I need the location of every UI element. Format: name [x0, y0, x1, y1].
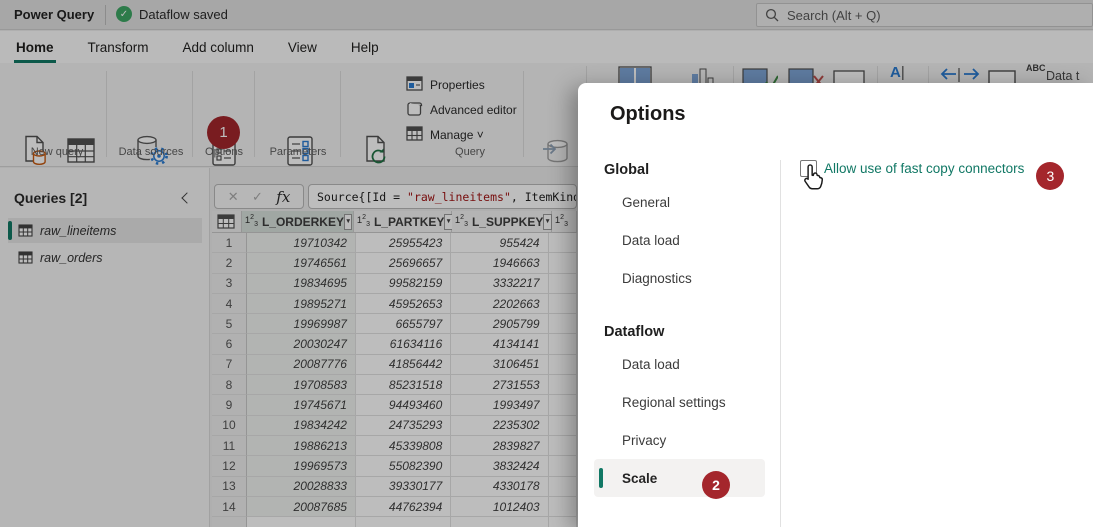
nav-item-data-load[interactable]: Data load — [594, 345, 765, 383]
nav-item-diagnostics[interactable]: Diagnostics — [594, 259, 765, 297]
nav-item-scale[interactable]: Scale 2 — [594, 459, 765, 499]
nav-item-label: Regional settings — [622, 394, 726, 410]
nav-item-regional-settings[interactable]: Regional settings — [594, 383, 765, 421]
nav-item-label: Scale — [622, 470, 658, 486]
nav-item-label: Diagnostics — [622, 270, 692, 286]
dialog-content: Allow use of fast copy connectors 3 — [800, 159, 1065, 190]
dialog-nav-divider — [780, 160, 781, 527]
nav-item-data-load[interactable]: Data load — [594, 221, 765, 259]
fast-copy-checkbox-label[interactable]: Allow use of fast copy connectors — [824, 159, 1024, 178]
nav-item-general[interactable]: General — [594, 183, 765, 221]
options-dialog: Options Global General Data load Diagnostic… — [578, 83, 1093, 527]
annotation-badge-2: 2 — [702, 471, 730, 499]
annotation-badge-3: 3 — [1036, 162, 1065, 190]
dialog-nav: Global General Data load Diagnostics Dataflo… — [594, 145, 765, 499]
nav-item-label: Data load — [622, 356, 680, 372]
mouse-cursor-hand — [800, 163, 827, 200]
dialog-title: Options — [610, 103, 686, 125]
nav-item-label: General — [622, 194, 671, 210]
nav-section-global: Global — [604, 162, 650, 178]
nav-item-label: Data load — [622, 232, 680, 248]
nav-section-dataflow: Dataflow — [604, 324, 665, 340]
power-query-window: Power Query ✓ Dataflow saved Search (Alt… — [0, 0, 1093, 527]
nav-item-label: Privacy — [622, 432, 667, 448]
nav-item-privacy[interactable]: Privacy — [594, 421, 765, 459]
